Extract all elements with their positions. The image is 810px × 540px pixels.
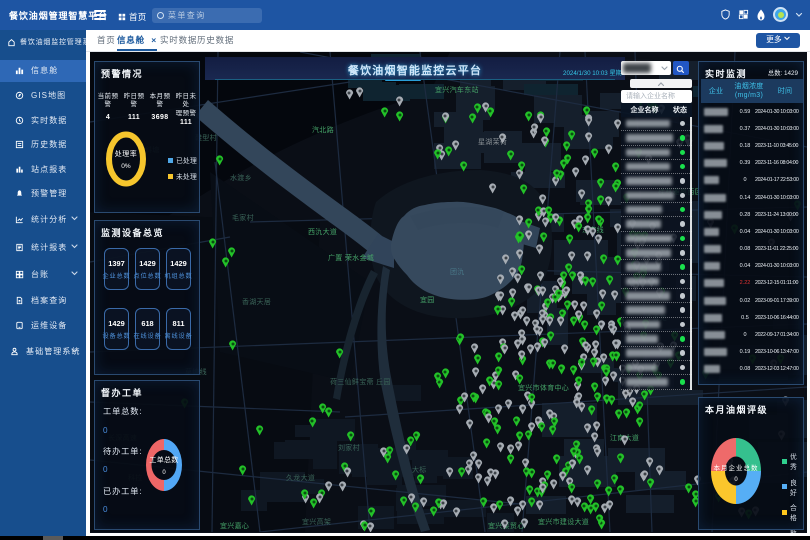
svg-text:宜兴嘉心: 宜兴嘉心	[220, 521, 249, 530]
svg-text:刘家村: 刘家村	[338, 443, 360, 452]
svg-text:西氿大道: 西氿大道	[308, 227, 337, 236]
svg-text:宜兴市建设大道: 宜兴市建设大道	[538, 517, 589, 526]
svg-text:宜园: 宜园	[420, 295, 435, 304]
svg-text:本月企业总数: 本月企业总数	[714, 463, 759, 472]
svg-text:宜兴高架: 宜兴高架	[302, 517, 331, 526]
svg-text:0: 0	[162, 470, 166, 476]
svg-text:荷三仙鲜宝斋 丘园: 荷三仙鲜宝斋 丘园	[330, 377, 391, 386]
svg-text:0%: 0%	[121, 163, 131, 170]
svg-text:汽北路: 汽北路	[312, 125, 334, 134]
svg-text:宜兴汽车东站: 宜兴汽车东站	[435, 85, 479, 94]
svg-text:久龙大道: 久龙大道	[286, 473, 315, 482]
svg-text:0: 0	[734, 477, 738, 483]
svg-text:毛家村: 毛家村	[232, 213, 254, 222]
svg-text:处理率: 处理率	[115, 149, 138, 158]
svg-text:工单总数: 工单总数	[149, 455, 178, 464]
svg-text:宜兴市体育中心: 宜兴市体育中心	[518, 383, 569, 392]
svg-text:香湖天居: 香湖天居	[242, 297, 271, 306]
svg-text:大标: 大标	[412, 465, 427, 474]
svg-text:广置 荣水金城: 广置 荣水金城	[328, 253, 374, 262]
svg-text:水渡乡: 水渡乡	[230, 173, 252, 182]
svg-text:团氿: 团氿	[450, 267, 465, 276]
